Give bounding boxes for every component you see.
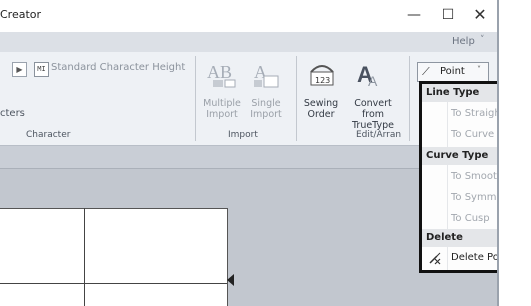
menu-item-to-cusp[interactable]: To Cusp xyxy=(422,209,499,229)
single-import-icon: A xyxy=(254,62,279,88)
menu-item-label: To Smooth xyxy=(451,171,499,182)
grid-line-vertical xyxy=(84,208,85,306)
multiple-import-line1: Multiple xyxy=(203,98,241,109)
menu-item-label: To Curve xyxy=(451,129,495,140)
svg-text:123: 123 xyxy=(315,76,330,85)
design-canvas[interactable] xyxy=(0,208,228,306)
convert-truetype-line1: Convert from xyxy=(354,98,392,120)
sewing-order-line1: Sewing xyxy=(303,98,339,109)
menu-section-header: Line Type xyxy=(426,87,480,98)
menu-item-to-symmetry[interactable]: To Symmetry xyxy=(422,188,499,208)
menu-item-label: To Cusp xyxy=(451,213,490,224)
standard-character-height-button[interactable]: Standard Character Height xyxy=(51,62,185,73)
chevron-down-icon: ˅ xyxy=(477,65,481,74)
menu-section-curve-type: Curve Type xyxy=(422,147,499,165)
menu-section-header: Curve Type xyxy=(426,150,489,161)
menu-section-line-type: Line Type xyxy=(422,84,499,102)
menu-item-delete-point[interactable]: Delete Point xyxy=(422,248,499,268)
character-height-icon: MI xyxy=(34,62,49,77)
delete-point-icon xyxy=(428,251,442,265)
point-menu: Line Type To Straight To Curve Curve Typ… xyxy=(419,81,499,273)
characters-label: cters xyxy=(0,108,25,119)
window-edge xyxy=(497,0,499,306)
single-import-line1: Single xyxy=(251,98,281,109)
sewing-order-line2: Order xyxy=(307,109,335,120)
window-title: Creator xyxy=(0,8,42,21)
svg-text:AB: AB xyxy=(207,62,232,82)
play-icon[interactable]: ▶ xyxy=(12,62,27,77)
menu-item-label: To Straight xyxy=(451,108,499,119)
help-row: Help ˅ xyxy=(0,32,497,52)
triangle-marker-icon xyxy=(227,274,234,286)
maximize-button[interactable]: ☐ xyxy=(434,3,462,27)
menu-item-to-smooth[interactable]: To Smooth xyxy=(422,167,499,187)
group-divider xyxy=(296,56,297,141)
edit-arrange-group-label: Edit/Arran xyxy=(356,130,402,140)
point-dropdown-button[interactable]: ⟋ Point ˅ xyxy=(417,62,489,82)
help-chevron-icon[interactable]: ˅ xyxy=(480,35,485,45)
group-divider xyxy=(195,56,196,141)
sewing-order-icon: 123 xyxy=(310,65,334,86)
title-bar: Creator — ☐ ✕ xyxy=(0,0,497,32)
import-group-label: Import xyxy=(228,130,258,140)
minimize-button[interactable]: — xyxy=(400,3,428,27)
character-group-label: Character xyxy=(26,130,71,140)
menu-item-label: To Symmetry xyxy=(451,192,499,203)
close-button[interactable]: ✕ xyxy=(466,3,494,27)
single-import-line2: Import xyxy=(250,109,282,120)
group-divider xyxy=(409,56,410,141)
help-button[interactable]: Help xyxy=(452,36,475,47)
menu-section-header: Delete xyxy=(426,232,463,243)
app-window: Creator — ☐ ✕ Help ˅ ▶ MI Standard Chara… xyxy=(0,0,499,306)
convert-truetype-icon: A A xyxy=(357,62,378,89)
menu-item-to-curve[interactable]: To Curve xyxy=(422,125,499,145)
pen-icon: ⟋ xyxy=(422,65,430,78)
svg-text:A: A xyxy=(368,73,378,89)
grid-line-horizontal xyxy=(0,283,227,284)
menu-item-to-straight[interactable]: To Straight xyxy=(422,104,499,124)
menu-section-delete: Delete xyxy=(422,229,499,247)
point-button-label: Point xyxy=(440,66,465,77)
multiple-import-line2: Import xyxy=(206,109,238,120)
multiple-import-icon: AB xyxy=(207,62,236,88)
menu-item-label: Delete Point xyxy=(451,252,499,263)
